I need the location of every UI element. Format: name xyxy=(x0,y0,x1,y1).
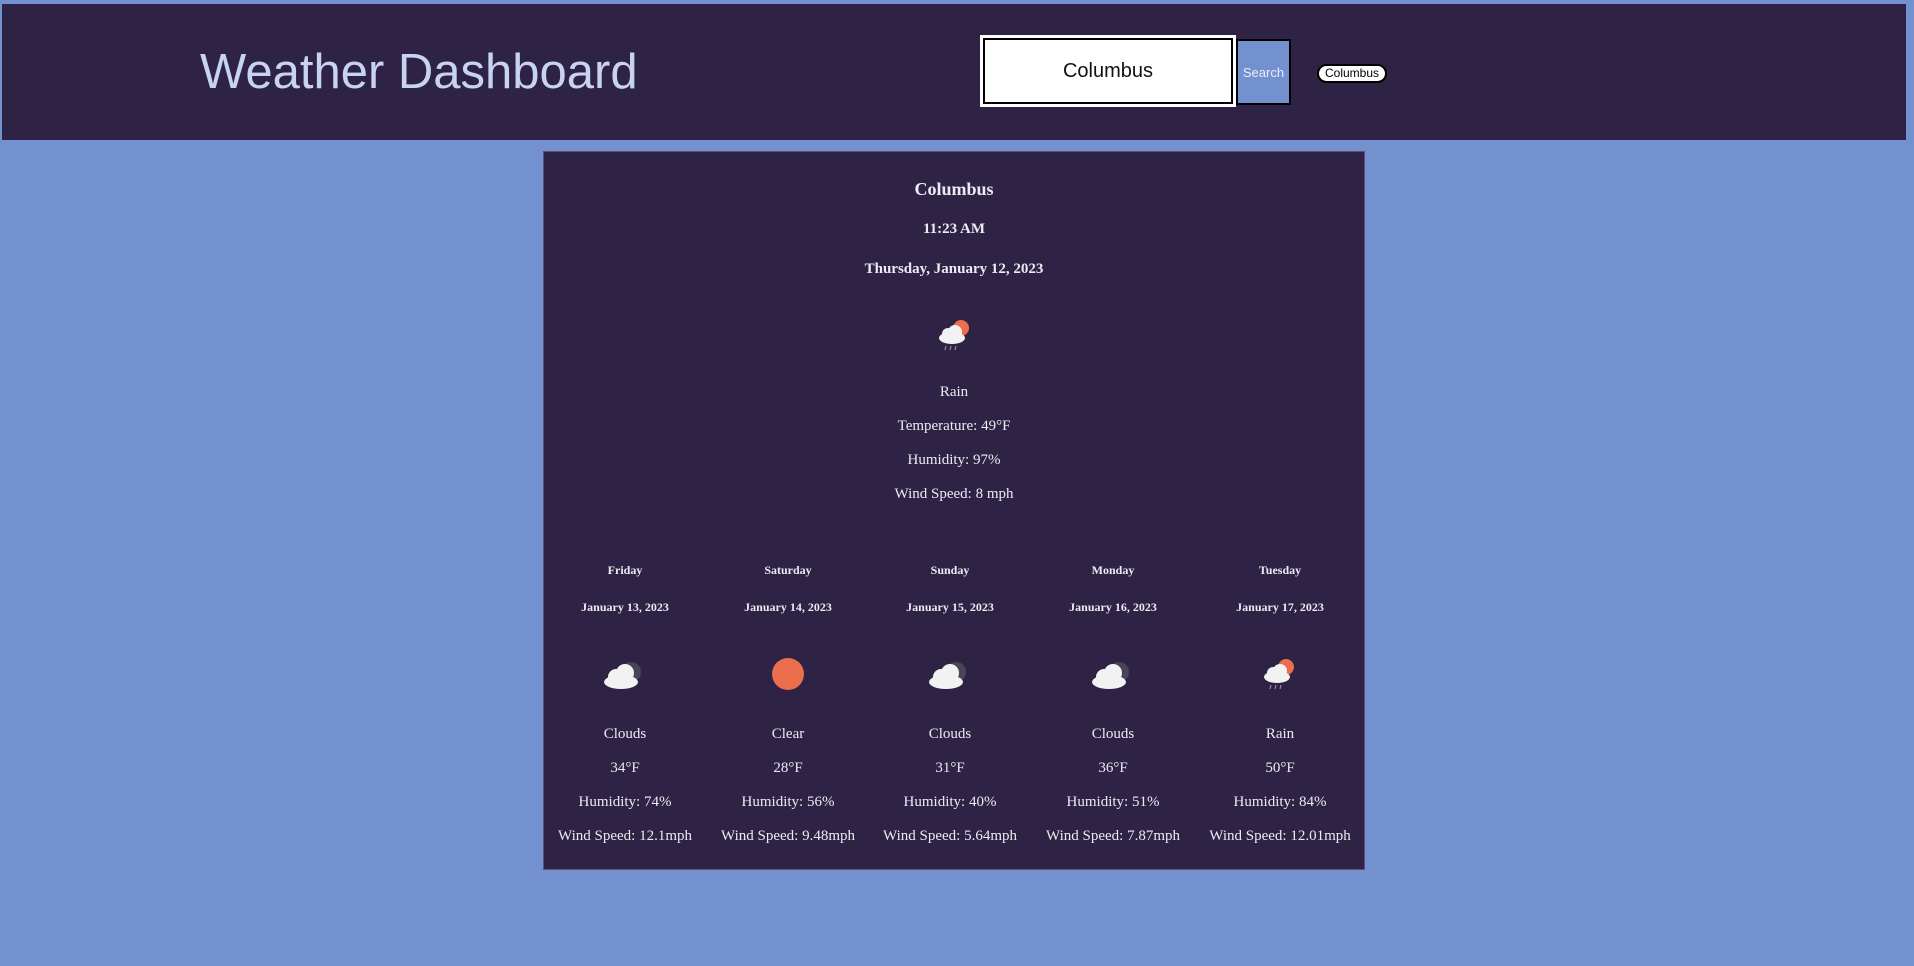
clear-icon xyxy=(772,658,804,690)
forecast-condition: Clear xyxy=(771,726,805,742)
forecast-day: Friday xyxy=(607,563,643,577)
forecast-day: Tuesday xyxy=(1258,563,1302,577)
rain-icon xyxy=(1264,659,1294,690)
forecast-wind: Wind Speed: 7.87mph xyxy=(1046,828,1180,844)
forecast-humidity: Humidity: 74% xyxy=(578,794,672,810)
forecast-date: January 14, 2023 xyxy=(744,600,832,614)
current-condition: Rain xyxy=(939,384,969,400)
clouds-icon xyxy=(604,662,641,689)
forecast-wind: Wind Speed: 9.48mph xyxy=(721,828,855,844)
forecast-temperature: 36°F xyxy=(1098,760,1128,776)
clouds-icon xyxy=(929,662,966,689)
forecast-condition: Rain xyxy=(1265,726,1295,742)
app-title: Weather Dashboard xyxy=(200,45,638,99)
forecast-humidity: Humidity: 84% xyxy=(1233,794,1327,810)
weather-card: Columbus 11:23 AM Thursday, January 12, … xyxy=(543,151,1365,870)
city-search-input[interactable] xyxy=(980,35,1236,107)
current-temperature: Temperature: 49°F xyxy=(897,418,1011,434)
forecast-date: January 13, 2023 xyxy=(581,600,669,614)
forecast-temperature: 50°F xyxy=(1265,760,1295,776)
current-date: Thursday, January 12, 2023 xyxy=(864,261,1044,277)
rain-icon xyxy=(939,320,969,351)
forecast-humidity: Humidity: 40% xyxy=(903,794,997,810)
current-humidity: Humidity: 97% xyxy=(907,452,1001,468)
forecast-date: January 15, 2023 xyxy=(906,600,994,614)
forecast-temperature: 31°F xyxy=(935,760,965,776)
forecast-date: January 17, 2023 xyxy=(1236,600,1324,614)
forecast-wind: Wind Speed: 12.1mph xyxy=(558,828,692,844)
forecast-humidity: Humidity: 51% xyxy=(1066,794,1160,810)
forecast-condition: Clouds xyxy=(1091,726,1135,742)
forecast-wind: Wind Speed: 12.01mph xyxy=(1209,828,1351,844)
forecast-wind: Wind Speed: 5.64mph xyxy=(883,828,1017,844)
forecast-date: January 16, 2023 xyxy=(1069,600,1157,614)
search-button[interactable]: Search xyxy=(1236,39,1291,105)
forecast-day: Sunday xyxy=(930,563,970,577)
current-time: 11:23 AM xyxy=(922,221,986,237)
forecast-day: Saturday xyxy=(764,563,812,577)
forecast-temperature: 34°F xyxy=(610,760,640,776)
current-city: Columbus xyxy=(914,179,994,199)
forecast-humidity: Humidity: 56% xyxy=(741,794,835,810)
current-wind: Wind Speed: 8 mph xyxy=(894,486,1014,502)
forecast-condition: Clouds xyxy=(603,726,647,742)
forecast-temperature: 28°F xyxy=(773,760,803,776)
forecast-day: Monday xyxy=(1091,563,1135,577)
app-header: Weather Dashboard xyxy=(2,4,1906,140)
history-button-columbus[interactable]: Columbus xyxy=(1317,64,1388,83)
forecast-condition: Clouds xyxy=(928,726,972,742)
clouds-icon xyxy=(1092,662,1129,689)
